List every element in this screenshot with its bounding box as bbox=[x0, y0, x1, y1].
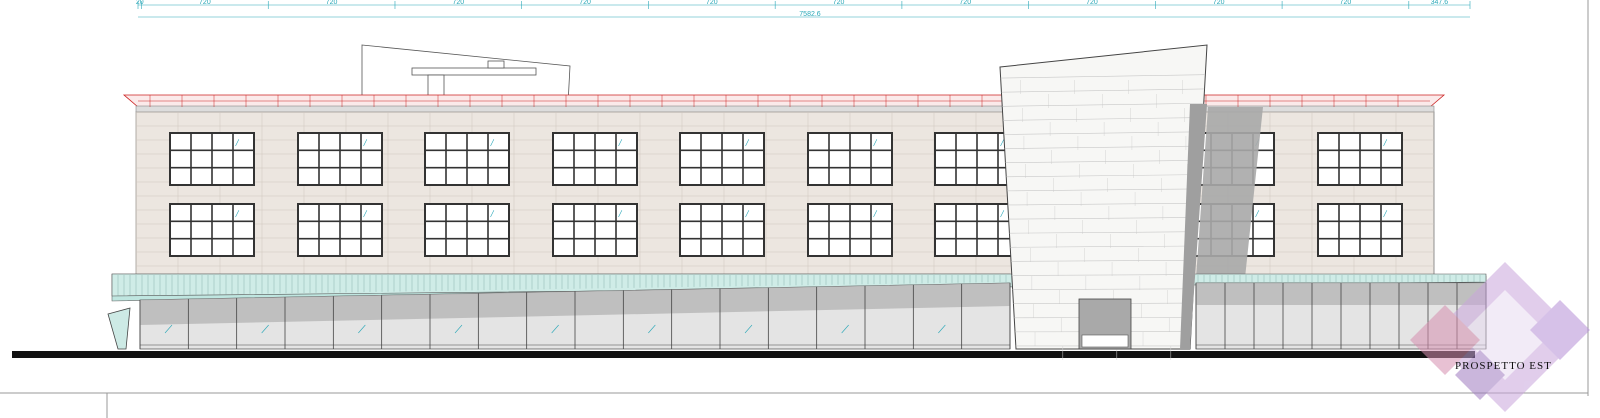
window bbox=[679, 132, 765, 186]
dimension-segment-label: 347.6 bbox=[1431, 0, 1449, 6]
dimension-segment-label: 720 bbox=[453, 0, 465, 6]
window bbox=[169, 203, 255, 257]
dimension-segment-label: 720 bbox=[1086, 0, 1098, 6]
entrance-sculpture bbox=[107, 307, 131, 350]
elevation-drawing: 20 720 720 720 720 720 720 720 720 720 720 347.6 75… bbox=[0, 0, 1590, 418]
window bbox=[297, 203, 383, 257]
drawing-title: PROSPETTO EST bbox=[1455, 360, 1552, 372]
window bbox=[934, 203, 1020, 257]
dimension-segment-label: 720 bbox=[833, 0, 845, 6]
window bbox=[552, 132, 638, 186]
window bbox=[807, 203, 893, 257]
dimension-segment-label: 720 bbox=[199, 0, 211, 6]
dimension-chain: 20 720 720 720 720 720 720 720 720 720 720 347.6 75… bbox=[136, 0, 1471, 18]
dimension-total-label: 7582.6 bbox=[799, 11, 821, 18]
window bbox=[169, 132, 255, 186]
dimension-segment-label: 720 bbox=[326, 0, 338, 6]
window bbox=[552, 203, 638, 257]
dimension-segment-label: 720 bbox=[1213, 0, 1225, 6]
dimension-segment-label: 720 bbox=[959, 0, 971, 6]
window bbox=[297, 132, 383, 186]
window bbox=[1317, 203, 1403, 257]
dimension-segment-label: 720 bbox=[1340, 0, 1352, 6]
ground-line bbox=[12, 351, 1475, 358]
window bbox=[679, 203, 765, 257]
window bbox=[424, 132, 510, 186]
tower-volume bbox=[999, 44, 1208, 360]
window bbox=[1317, 132, 1403, 186]
dimension-segment-label: 720 bbox=[706, 0, 718, 6]
window bbox=[424, 203, 510, 257]
dimension-segment-label: 20 bbox=[136, 0, 144, 6]
window bbox=[807, 132, 893, 186]
dimension-segment-label: 720 bbox=[579, 0, 591, 6]
